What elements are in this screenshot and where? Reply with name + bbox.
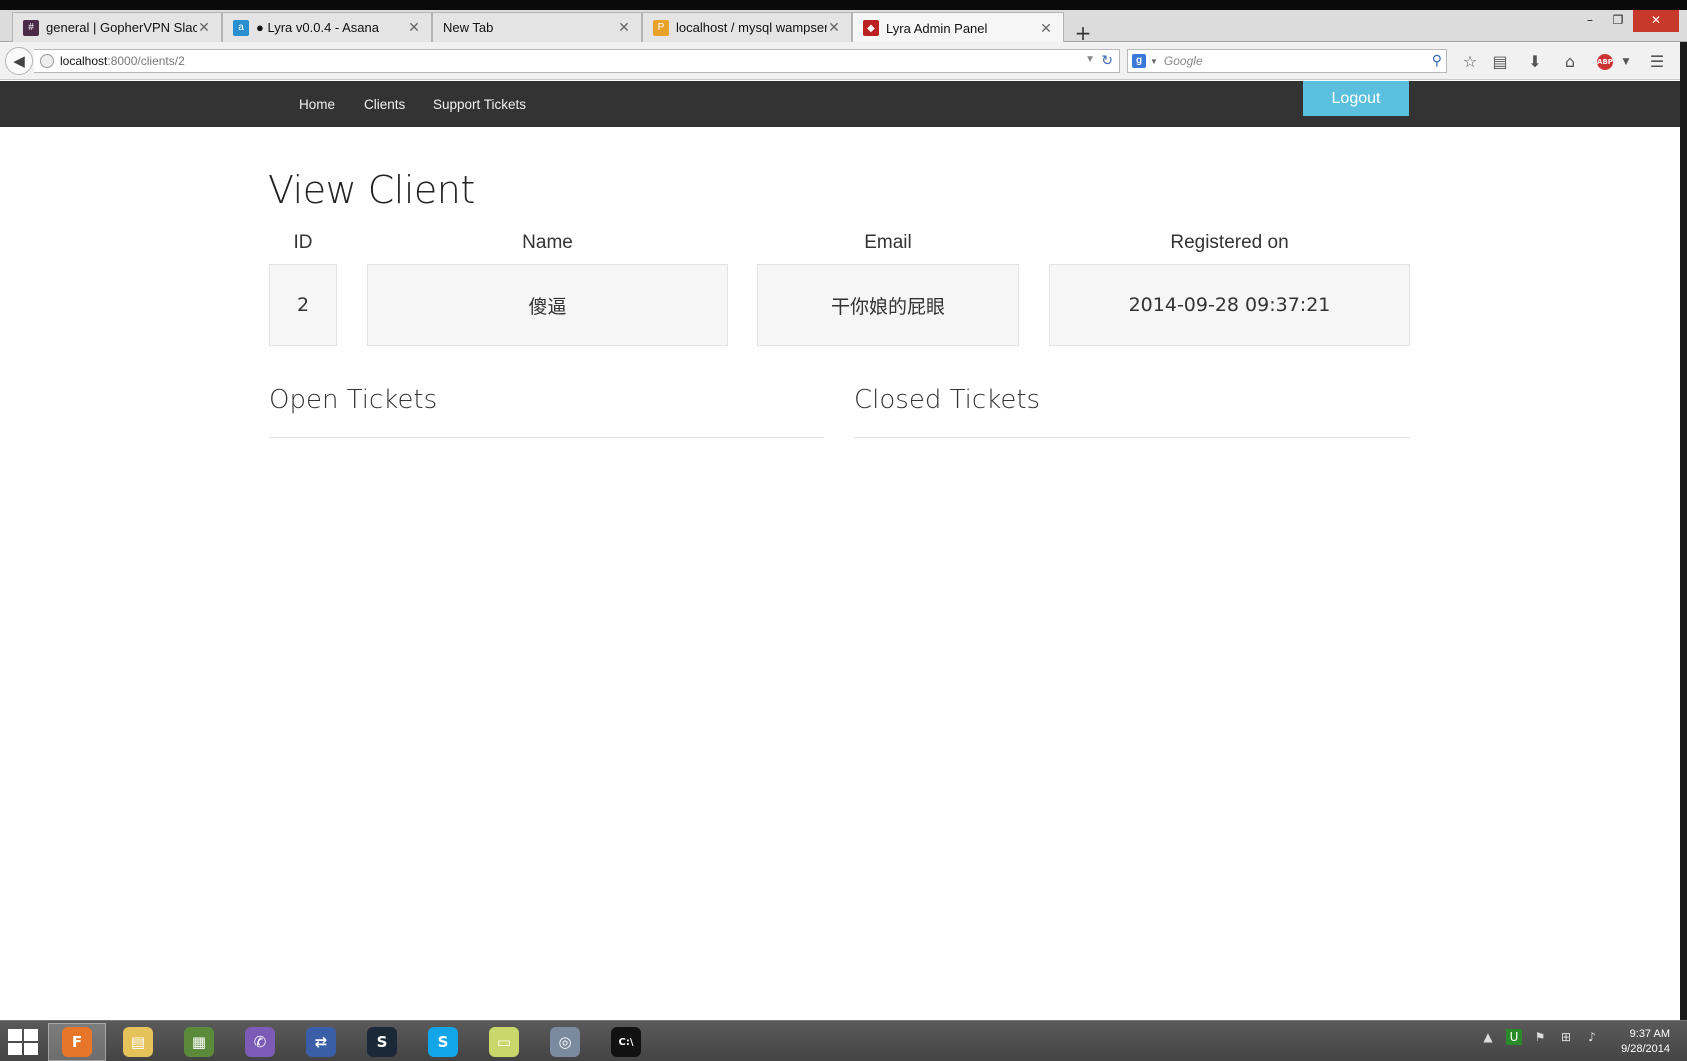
start-button[interactable] bbox=[8, 1029, 38, 1055]
url-host: localhost bbox=[60, 54, 108, 68]
close-tab-icon[interactable]: ✕ bbox=[197, 19, 211, 36]
close-tab-icon[interactable]: ✕ bbox=[407, 19, 421, 36]
tab-lyra-admin[interactable]: ◆ Lyra Admin Panel ✕ bbox=[852, 12, 1064, 43]
slack-favicon-icon: # bbox=[23, 19, 39, 36]
closed-tickets-divider bbox=[854, 437, 1410, 438]
tab-asana[interactable]: a ● Lyra v0.0.4 - Asana ✕ bbox=[222, 12, 432, 42]
taskbar-network-tool-button[interactable]: ⇄ bbox=[292, 1023, 350, 1061]
taskbar-viber-button[interactable]: ✆ bbox=[231, 1023, 289, 1061]
taskbar-minecraft-button[interactable]: ▦ bbox=[170, 1023, 228, 1061]
downloads-icon[interactable]: ⬇ bbox=[1524, 52, 1546, 72]
tab-strip: # general | GopherVPN Slack ✕ a ● Lyra v… bbox=[0, 10, 1687, 45]
client-name-value: 傻逼 bbox=[367, 264, 728, 346]
close-tab-icon[interactable]: ✕ bbox=[1039, 20, 1053, 37]
bookmark-star-icon[interactable]: ☆ bbox=[1459, 52, 1481, 72]
close-tab-icon[interactable]: ✕ bbox=[617, 19, 631, 36]
viber-icon: ✆ bbox=[245, 1027, 275, 1057]
hamburger-menu-icon[interactable]: ☰ bbox=[1646, 52, 1668, 72]
tab-label: general | GopherVPN Slack bbox=[46, 20, 197, 35]
close-window-button[interactable]: ✕ bbox=[1633, 10, 1679, 32]
bookmarks-menu-icon[interactable]: ▤ bbox=[1489, 52, 1511, 72]
search-placeholder: Google bbox=[1163, 54, 1203, 68]
network-tool-icon: ⇄ bbox=[306, 1027, 336, 1057]
google-icon: g bbox=[1132, 54, 1146, 68]
url-path: :8000/clients/2 bbox=[107, 54, 185, 68]
minimize-window-button[interactable]: – bbox=[1575, 10, 1605, 32]
firefox-icon: F bbox=[62, 1027, 92, 1057]
nav-home-link[interactable]: Home bbox=[299, 81, 335, 127]
email-column-header: Email bbox=[864, 232, 912, 253]
teamspeak-icon: ◎ bbox=[550, 1027, 580, 1057]
registered-column-header: Registered on bbox=[1170, 232, 1289, 253]
chevron-down-icon: ▼ bbox=[1150, 56, 1158, 66]
steam-icon: S bbox=[367, 1027, 397, 1057]
clock-date: 9/28/2014 bbox=[1621, 1043, 1670, 1055]
tab-label: ● Lyra v0.0.4 - Asana bbox=[256, 20, 379, 35]
clock-time: 9:37 AM bbox=[1629, 1028, 1670, 1040]
command-prompt-icon: C:\ bbox=[611, 1027, 641, 1057]
system-tray: ▲ U ⚑ ⊞ ♪ bbox=[1480, 1029, 1600, 1045]
tab-label: localhost / mysql wampser... bbox=[676, 20, 827, 35]
taskbar-command-prompt-button[interactable]: C:\ bbox=[597, 1023, 655, 1061]
taskbar-sticky-notes-button[interactable]: ▭ bbox=[475, 1023, 533, 1061]
back-button[interactable]: ◀ bbox=[5, 47, 33, 75]
site-navbar: Home Clients Support Tickets Logout bbox=[0, 81, 1680, 127]
restore-window-button[interactable]: ❐ bbox=[1603, 10, 1633, 32]
skype-icon: S bbox=[428, 1027, 458, 1057]
taskbar-firefox-button[interactable]: F bbox=[48, 1023, 106, 1061]
browser-toolbar: ◀ localhost:8000/clients/2 ▼ ↻ g ▼ Googl… bbox=[0, 42, 1687, 80]
logout-button[interactable]: Logout bbox=[1303, 81, 1409, 116]
id-column-header: ID bbox=[293, 232, 313, 253]
client-id-value: 2 bbox=[269, 264, 337, 346]
open-tickets-heading: Open Tickets bbox=[269, 385, 438, 415]
url-history-dropdown-icon[interactable]: ▼ bbox=[1085, 54, 1095, 65]
search-engine-selector[interactable]: g bbox=[1128, 50, 1150, 72]
taskbar-file-explorer-button[interactable]: ▤ bbox=[109, 1023, 167, 1061]
tab-slack[interactable]: # general | GopherVPN Slack ✕ bbox=[12, 12, 222, 42]
window-edge bbox=[1680, 42, 1687, 1020]
chevron-down-icon[interactable]: ▼ bbox=[1615, 52, 1637, 72]
phpmyadmin-favicon-icon: P bbox=[653, 19, 669, 36]
asana-favicon-icon: a bbox=[233, 19, 249, 36]
action-center-flag-icon[interactable]: ⚑ bbox=[1532, 1029, 1548, 1045]
sticky-notes-icon: ▭ bbox=[489, 1027, 519, 1057]
clock[interactable]: 9:37 AM 9/28/2014 bbox=[1590, 1027, 1670, 1057]
tab-label: Lyra Admin Panel bbox=[886, 20, 988, 36]
search-icon[interactable]: ⚲ bbox=[1432, 52, 1442, 69]
client-email-value: 干你娘的屁眼 bbox=[757, 264, 1019, 346]
show-hidden-icons-icon[interactable]: ▲ bbox=[1480, 1029, 1496, 1045]
close-tab-icon[interactable]: ✕ bbox=[827, 19, 841, 36]
page-title: View Client bbox=[268, 168, 475, 212]
taskbar-steam-button[interactable]: S bbox=[353, 1023, 411, 1061]
nav-clients-link[interactable]: Clients bbox=[364, 81, 405, 127]
reload-icon[interactable]: ↻ bbox=[1101, 52, 1113, 69]
tab-label: New Tab bbox=[443, 20, 494, 35]
search-bar[interactable]: g ▼ Google ⚲ bbox=[1127, 49, 1447, 73]
nav-support-tickets-link[interactable]: Support Tickets bbox=[433, 81, 526, 127]
lyra-favicon-icon: ◆ bbox=[863, 20, 879, 36]
url-bar[interactable]: localhost:8000/clients/2 ▼ ↻ bbox=[34, 49, 1120, 73]
closed-tickets-heading: Closed Tickets bbox=[854, 385, 1041, 415]
tab-phpmyadmin[interactable]: P localhost / mysql wampser... ✕ bbox=[642, 12, 852, 42]
open-tickets-divider bbox=[269, 437, 824, 438]
name-column-header: Name bbox=[522, 232, 573, 253]
back-arrow-icon: ◀ bbox=[13, 52, 25, 70]
minecraft-icon: ▦ bbox=[184, 1027, 214, 1057]
taskbar-skype-button[interactable]: S bbox=[414, 1023, 472, 1061]
taskbar: F ▤ ▦ ✆ ⇄ S S ▭ ◎ C:\ ▲ U ⚑ ⊞ ♪ 9:37 AM 9/28/2014 bbox=[0, 1020, 1687, 1061]
taskbar-teamspeak-button[interactable]: ◎ bbox=[536, 1023, 594, 1061]
desktop-screen: # general | GopherVPN Slack ✕ a ● Lyra v… bbox=[0, 0, 1687, 1061]
network-icon[interactable]: ⊞ bbox=[1558, 1029, 1574, 1045]
globe-icon bbox=[40, 54, 54, 68]
home-icon[interactable]: ⌂ bbox=[1559, 52, 1581, 72]
file-explorer-icon: ▤ bbox=[123, 1027, 153, 1057]
adblock-icon[interactable]: ABP bbox=[1597, 54, 1613, 70]
client-registered-value: 2014-09-28 09:37:21 bbox=[1049, 264, 1410, 346]
tab-new-tab[interactable]: New Tab ✕ bbox=[432, 12, 642, 42]
app-tray-icon[interactable]: U bbox=[1506, 1029, 1522, 1045]
